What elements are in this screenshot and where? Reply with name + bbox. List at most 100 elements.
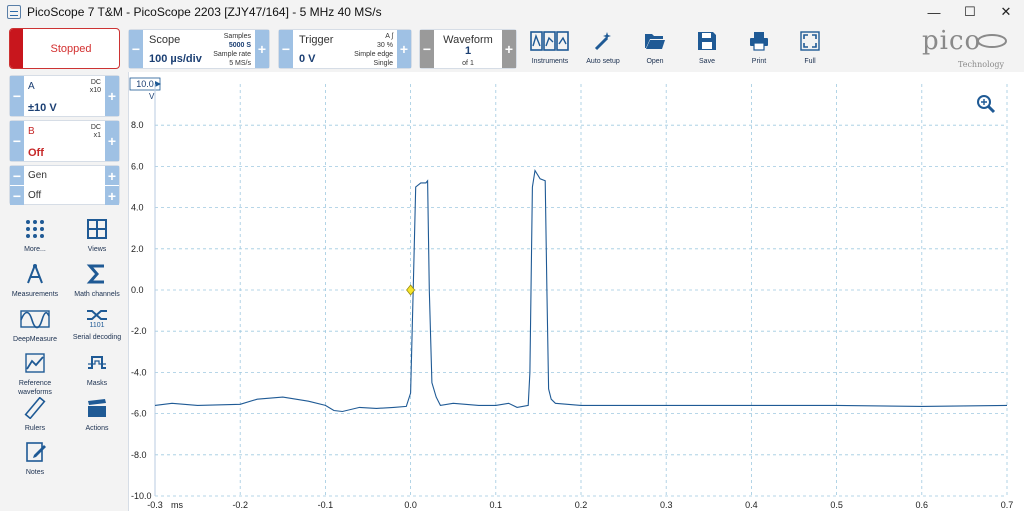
left-panel: − A DC x10 ±10 V + − B DC x1 Off + − Gen… [0, 72, 128, 511]
run-stop-button[interactable]: Stopped [9, 28, 120, 69]
channel-b-coupling: DC [90, 124, 101, 131]
waveform-next-button[interactable]: + [502, 30, 516, 68]
rulers-tool-button[interactable]: Rulers [4, 397, 66, 433]
zoom-icon[interactable] [977, 95, 996, 114]
channel-a-increase-button[interactable]: + [105, 76, 119, 116]
trigger-level-value[interactable]: 0 V [299, 53, 316, 65]
timebase-increase-button[interactable]: + [255, 30, 269, 68]
fullscreen-icon [800, 31, 820, 51]
y-max-label: 10.0 [136, 79, 154, 89]
measurements-label: Measurements [11, 291, 59, 298]
scope-plot[interactable]: -0.3 -0.2 -0.1 0.0 0.1 0.2 0.3 0.4 0.5 0.6 0.7 ms 8.… [129, 72, 1024, 511]
x-tick-label: 0.3 [660, 500, 673, 510]
channel-b-increase-button[interactable]: + [105, 121, 119, 161]
serial-decoding-tool-button[interactable]: 1101 Serial decoding [66, 306, 128, 342]
measurements-tool-button[interactable]: Measurements [4, 263, 66, 299]
y-tick-label: 0.0 [131, 285, 144, 295]
logo-word: pico [922, 26, 982, 56]
save-button[interactable]: Save [681, 28, 733, 68]
generator-state[interactable]: Off [28, 190, 41, 201]
y-unit-label: V [149, 92, 155, 101]
trigger-channel: A [385, 33, 390, 40]
run-status-label: Stopped [50, 42, 92, 55]
channel-a-control: − A DC x10 ±10 V + [9, 75, 120, 117]
open-button[interactable]: Open [629, 28, 681, 68]
scope-group-title: Scope [149, 34, 181, 46]
trigger-decrease-button[interactable]: − [279, 30, 293, 68]
generator-increase-button[interactable]: + [105, 166, 119, 185]
channel-b-range[interactable]: Off [28, 147, 44, 159]
app-icon [7, 5, 21, 19]
views-tool-button[interactable]: Views [66, 218, 128, 254]
save-label: Save [699, 58, 715, 65]
trigger-group-title: Trigger [299, 34, 334, 46]
channel-a-coupling: DC [90, 79, 101, 86]
compass-icon [27, 264, 43, 284]
scope-view[interactable]: -0.3 -0.2 -0.1 0.0 0.1 0.2 0.3 0.4 0.5 0.6 0.7 ms 8.… [128, 72, 1024, 511]
math-channels-tool-button[interactable]: Math channels [66, 263, 128, 299]
actions-label: Actions [85, 425, 109, 432]
sample-rate-label: Sample rate [213, 51, 251, 58]
x-tick-label: 0.0 [404, 500, 417, 510]
waveform-index[interactable]: 1 [434, 45, 502, 57]
generator-decrease-button[interactable]: − [10, 166, 24, 185]
actions-tool-button[interactable]: Actions [66, 397, 128, 433]
channel-a-settings[interactable]: DC x10 [90, 79, 101, 95]
trigger-group: − Trigger 0 V A ʃ 30 % Simple edge Singl… [278, 29, 412, 69]
sigma-icon [86, 264, 104, 284]
views-grid-icon [87, 219, 107, 239]
printer-icon [750, 32, 768, 51]
x-tick-label: 0.5 [830, 500, 843, 510]
generator-name: Gen [28, 170, 47, 181]
channel-a-range[interactable]: ±10 V [28, 102, 57, 114]
y-tick-label: -6.0 [131, 409, 147, 419]
masks-label: Masks [86, 380, 108, 387]
instruments-button[interactable]: Instruments [524, 28, 576, 68]
full-screen-button[interactable]: Full [784, 28, 836, 68]
trigger-info[interactable]: A ʃ 30 % Simple edge Single [354, 32, 393, 68]
y-tick-label: -4.0 [131, 367, 147, 377]
samples-info[interactable]: Samples 5000 S Sample rate 5 MS/s [213, 32, 251, 68]
notes-tool-button[interactable]: Notes [4, 441, 66, 477]
trigger-increase-button[interactable]: + [397, 30, 411, 68]
channel-b-settings[interactable]: DC x1 [91, 124, 101, 140]
floppy-disk-icon [698, 32, 716, 50]
reference-waveforms-tool-button[interactable]: Reference waveforms [4, 352, 66, 397]
dots-grid-icon [26, 220, 44, 238]
close-button[interactable]: ✕ [988, 0, 1024, 24]
pico-technology-logo: pico Technology [918, 26, 1014, 72]
sample-rate-value: 5 MS/s [229, 60, 251, 67]
minimize-button[interactable]: — [916, 0, 952, 24]
x-tick-label: -0.2 [232, 500, 248, 510]
print-button[interactable]: Print [733, 28, 785, 68]
x-tick-label: 0.4 [745, 500, 758, 510]
waveform-previous-button[interactable]: − [420, 30, 434, 68]
masks-tool-button[interactable]: Masks [66, 352, 128, 388]
instruments-icon [530, 31, 569, 51]
channel-b-decrease-button[interactable]: − [10, 121, 24, 161]
generator-state-decrease-button[interactable]: − [10, 186, 24, 205]
waveform-count: of 1 [462, 60, 474, 67]
auto-setup-label: Auto setup [586, 58, 620, 65]
notes-label: Notes [25, 469, 45, 476]
timebase-value[interactable]: 100 µs/div [149, 53, 202, 65]
maximize-button[interactable]: ☐ [952, 0, 988, 24]
auto-setup-button[interactable]: Auto setup [577, 28, 629, 68]
channel-b-name: B [28, 126, 35, 137]
deepmeasure-label: DeepMeasure [13, 336, 57, 343]
rulers-label: Rulers [24, 425, 46, 432]
more-tool-button[interactable]: More... [4, 218, 66, 254]
timebase-decrease-button[interactable]: − [129, 30, 143, 68]
channel-a-decrease-button[interactable]: − [10, 76, 24, 116]
y-tick-label: 6.0 [131, 161, 144, 171]
rising-edge-icon: ʃ [391, 33, 393, 40]
math-channels-label: Math channels [74, 291, 120, 298]
generator-state-increase-button[interactable]: + [105, 186, 119, 205]
y-tick-label: -2.0 [131, 326, 147, 336]
channel-b-probe: x1 [93, 132, 101, 139]
instruments-label: Instruments [531, 58, 569, 65]
channel-a-probe: x10 [89, 87, 101, 94]
deepmeasure-tool-button[interactable]: DeepMeasure [4, 308, 66, 344]
run-indicator [10, 29, 23, 68]
x-tick-label: 0.2 [575, 500, 588, 510]
